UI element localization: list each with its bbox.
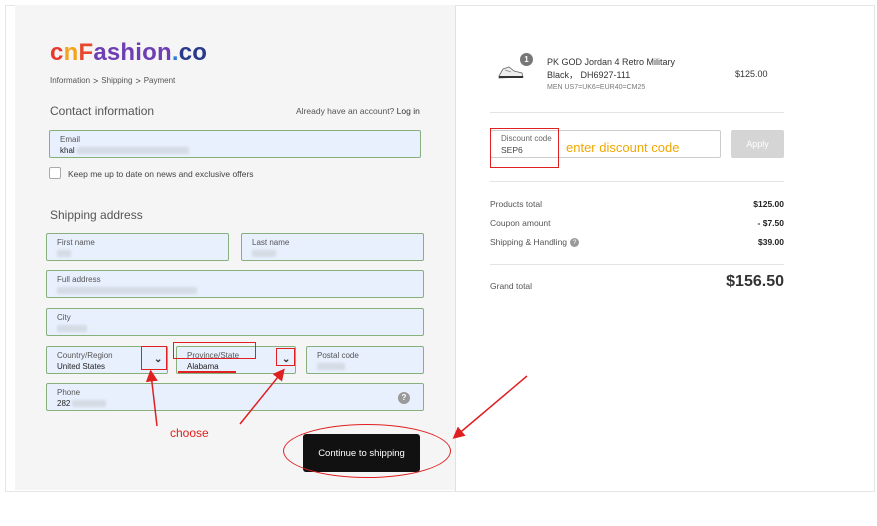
products-total-value: $125.00 [753, 199, 784, 209]
help-icon[interactable]: ? [570, 238, 580, 248]
arrow-to-continue [452, 375, 528, 439]
product-price: $125.00 [735, 69, 768, 79]
coupon-label: Coupon amount [490, 218, 551, 228]
shipping-label: Shipping & Handling [490, 237, 568, 247]
product-thumbnail [498, 66, 524, 79]
annotation-discount-hint: enter discount code [566, 140, 680, 155]
divider [490, 112, 784, 113]
arrow-to-province [239, 368, 285, 425]
product-variant: MEN US7=UK6=EUR40=CM25 [547, 84, 646, 91]
divider [490, 264, 784, 265]
grand-total-label: Grand total [490, 281, 533, 291]
annotation-box-discount [490, 128, 559, 168]
divider [490, 181, 784, 182]
apply-discount-button[interactable]: Apply [731, 130, 784, 158]
shipping-value: $39.00 [758, 237, 784, 247]
coupon-row: Coupon amount - $7.50 [490, 218, 784, 228]
products-total-row: Products total $125.00 [490, 199, 784, 209]
quantity-badge: 1 [520, 53, 533, 66]
product-name: PK GOD Jordan 4 Retro Military Black， DH… [547, 57, 676, 80]
coupon-value: - $7.50 [757, 218, 784, 228]
arrow-to-country [145, 369, 158, 427]
grand-total-value: $156.50 [726, 273, 784, 290]
products-total-label: Products total [490, 199, 542, 209]
shipping-row: Shipping & Handling? $39.00 [490, 237, 784, 248]
